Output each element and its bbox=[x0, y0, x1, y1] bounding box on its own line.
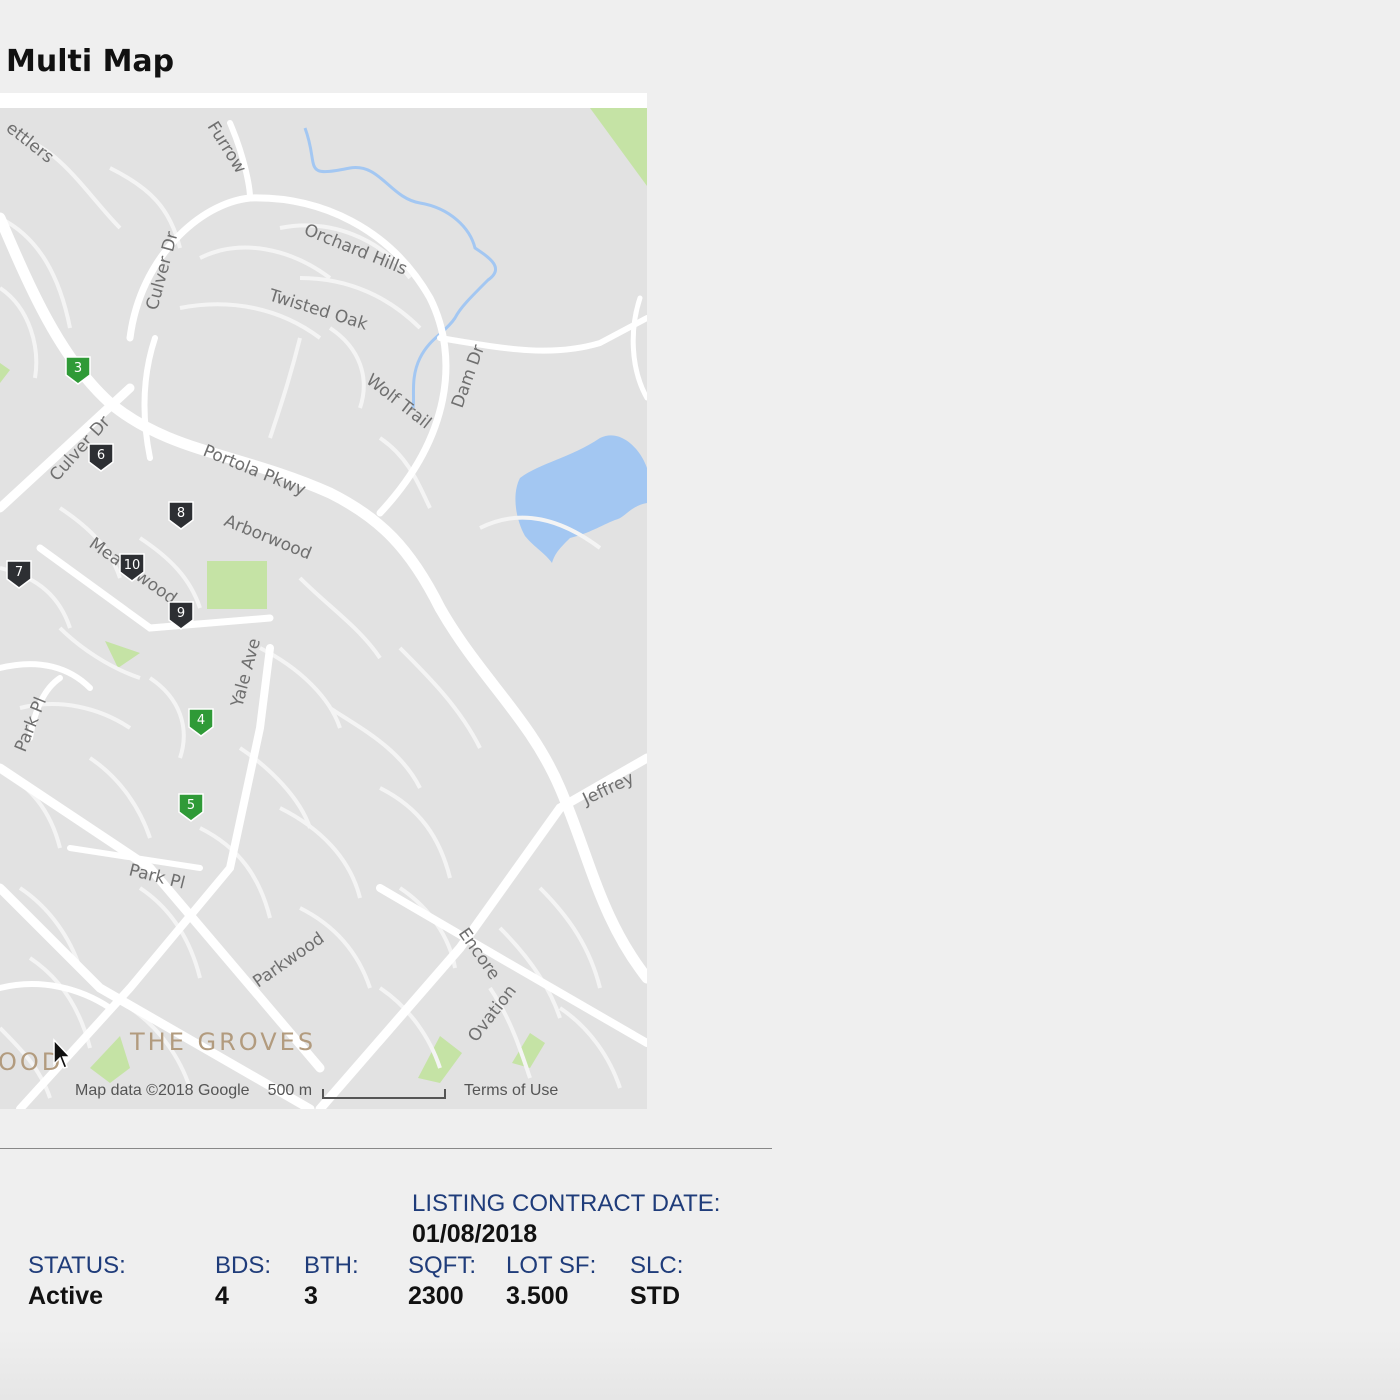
map-marker-label: 8 bbox=[177, 506, 185, 521]
bds-label: BDS: bbox=[215, 1252, 272, 1279]
section-divider bbox=[0, 1148, 772, 1149]
sqft-field: SQFT: 2300 bbox=[408, 1252, 476, 1311]
sqft-label: SQFT: bbox=[408, 1252, 477, 1279]
map-marker-label: 6 bbox=[97, 448, 105, 463]
park-area bbox=[207, 561, 267, 609]
bottom-bar bbox=[0, 1330, 1400, 1400]
map-marker-label: 9 bbox=[177, 606, 185, 621]
map-marker-label: 10 bbox=[124, 558, 141, 573]
map-marker-label: 4 bbox=[197, 713, 205, 728]
listing-contract-date-label: LISTING CONTRACT DATE: bbox=[412, 1190, 721, 1217]
bth-label: BTH: bbox=[304, 1252, 359, 1279]
page-title: Multi Map bbox=[6, 44, 175, 79]
slc-field: SLC: STD bbox=[630, 1252, 683, 1311]
bds-field: BDS: 4 bbox=[215, 1252, 271, 1311]
terms-of-use-link[interactable]: Terms of Use bbox=[464, 1082, 558, 1100]
map-marker-label: 7 bbox=[15, 565, 23, 580]
status-label: STATUS: bbox=[28, 1252, 126, 1279]
map-marker-label: 5 bbox=[187, 798, 195, 813]
mouse-cursor-icon bbox=[53, 1038, 72, 1069]
slc-label: SLC: bbox=[630, 1252, 684, 1279]
bth-field: BTH: 3 bbox=[304, 1252, 359, 1311]
lot-sf-label: LOT SF: bbox=[506, 1252, 597, 1279]
map-footer: Map data ©2018 Google 500 m Terms of Use bbox=[75, 1080, 558, 1102]
map-scale-bar bbox=[322, 1089, 447, 1099]
lot-sf-value: 3.500 bbox=[506, 1282, 569, 1310]
map-panel: ettlers Furrow Orchard Hills Culver Dr T… bbox=[0, 93, 647, 1109]
slc-value: STD bbox=[630, 1282, 680, 1310]
listing-contract-date-value: 01/08/2018 bbox=[412, 1220, 538, 1248]
neighborhood-label-the-groves: THE GROVES bbox=[129, 1028, 316, 1056]
map-attribution: Map data ©2018 Google bbox=[75, 1082, 250, 1099]
map-marker-label: 3 bbox=[74, 361, 82, 376]
map-scale-label: 500 m bbox=[267, 1082, 313, 1099]
listing-contract-date: LISTING CONTRACT DATE: 01/08/2018 bbox=[412, 1190, 720, 1249]
map-canvas[interactable]: ettlers Furrow Orchard Hills Culver Dr T… bbox=[0, 108, 647, 1109]
sqft-value: 2300 bbox=[408, 1282, 464, 1310]
status-field: STATUS: Active bbox=[28, 1252, 126, 1311]
lot-sf-field: LOT SF: 3.500 bbox=[506, 1252, 596, 1311]
bth-value: 3 bbox=[304, 1282, 318, 1310]
bds-value: 4 bbox=[215, 1282, 229, 1310]
status-value: Active bbox=[28, 1282, 104, 1310]
